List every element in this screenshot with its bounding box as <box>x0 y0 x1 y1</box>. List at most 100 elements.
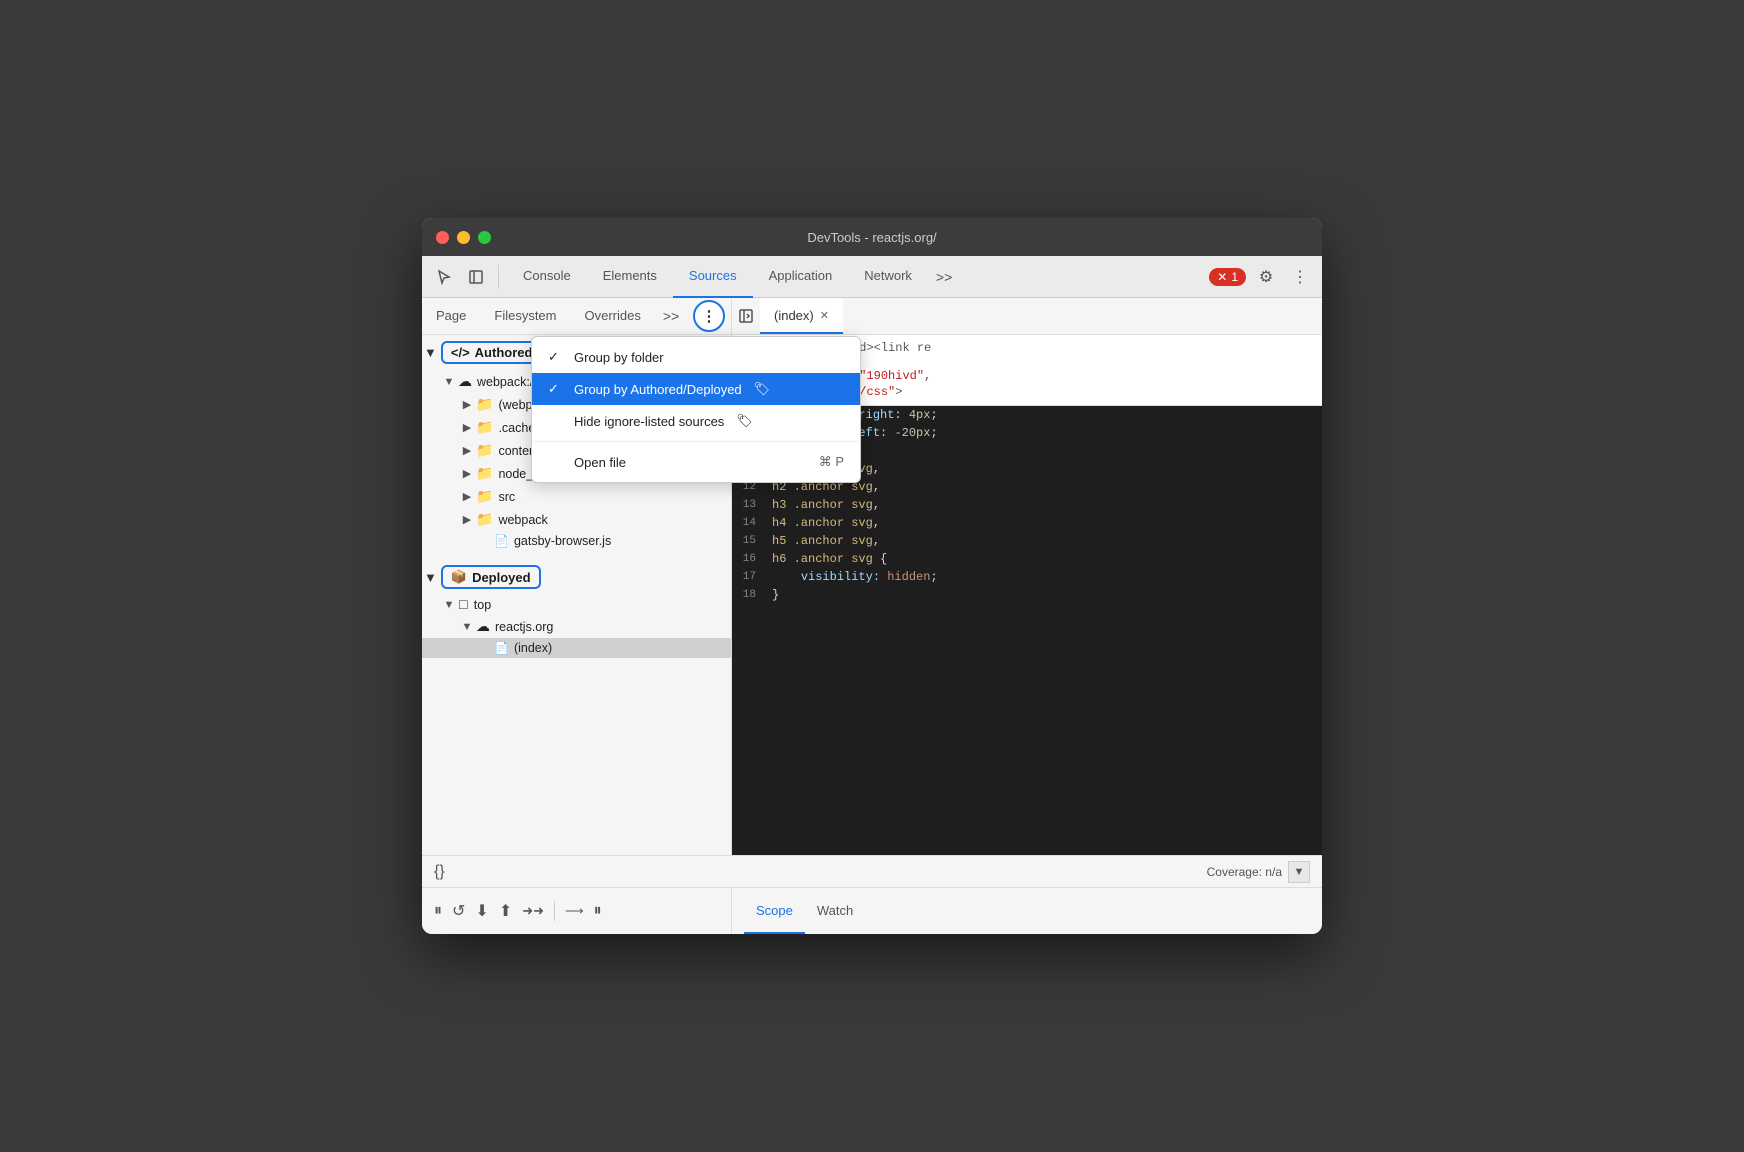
check-icon-1: ✓ <box>548 349 566 365</box>
scope-tabs-area: Scope Watch <box>732 888 1322 934</box>
toolbar-separator <box>498 265 499 289</box>
triangle-icon-authored: ▼ <box>424 345 437 360</box>
debug-toolbar: ⏸ ↺ ⬇ ⬆ ➜➜ ⟶ ⏸ <box>422 888 732 934</box>
dropdown-menu: ✓ Group by folder ✓ Group by Authored/De… <box>531 336 861 483</box>
dropdown-open-file[interactable]: Open file ⌘ P <box>532 446 860 478</box>
dropdown-group-folder[interactable]: ✓ Group by folder <box>532 341 860 373</box>
dropdown-group-folder-label: Group by folder <box>574 350 664 365</box>
more-options-icon[interactable]: ⋮ <box>1286 263 1314 291</box>
cloud-icon-webpack: ☁ <box>458 373 472 390</box>
dropdown-separator <box>532 441 860 442</box>
arrow-reactjs-org: ▼ <box>458 621 476 633</box>
more-tabs-button[interactable]: >> <box>928 269 960 285</box>
step-out-button[interactable]: ➜➜ <box>522 903 544 919</box>
bottom-area: ⏸ ↺ ⬇ ⬆ ➜➜ ⟶ ⏸ Scope Watch <box>422 887 1322 934</box>
tab-sources[interactable]: Sources <box>673 256 753 298</box>
authored-label-outlined: </> Authored <box>441 341 543 364</box>
tab-console[interactable]: Console <box>507 256 587 298</box>
gatsby-browser-item[interactable]: 📄 gatsby-browser.js <box>422 531 731 551</box>
tab-elements[interactable]: Elements <box>587 256 673 298</box>
coverage-area: Coverage: n/a ▼ <box>1207 861 1310 883</box>
pause-exceptions-button[interactable]: ⏸ <box>594 902 602 920</box>
editor-tab-label: (index) <box>774 308 814 323</box>
arrow-webpack-folder: ▶ <box>458 513 476 526</box>
folder-icon-cache: 📁 <box>476 419 493 436</box>
src-item[interactable]: ▶ 📁 src <box>422 485 731 508</box>
webpack-item[interactable]: ▶ 📁 webpack <box>422 508 731 531</box>
settings-icon[interactable]: ⚙ <box>1252 263 1280 291</box>
editor-tab-close[interactable]: ✕ <box>820 309 829 322</box>
pause-button[interactable]: ⏸ <box>434 902 442 920</box>
webpack-folder-label: webpack <box>498 513 547 527</box>
editor-tab-index[interactable]: (index) ✕ <box>760 298 843 334</box>
devtools-window: DevTools - reactjs.org/ Console Elements… <box>422 218 1322 934</box>
title-bar: DevTools - reactjs.org/ <box>422 218 1322 256</box>
close-button[interactable] <box>436 231 449 244</box>
step-into-button[interactable]: ⬆ <box>499 901 512 921</box>
code-line-15: 15 h5 .anchor svg, <box>732 532 1322 550</box>
coverage-label: Coverage: n/a <box>1207 865 1282 879</box>
warning-icon-1: 🏷 <box>754 381 771 397</box>
download-icon: ▼ <box>1294 866 1305 878</box>
sub-more-tabs[interactable]: >> <box>655 308 687 324</box>
index-file-item[interactable]: 📄 (index) <box>422 638 731 658</box>
arrow-content: ▶ <box>458 444 476 457</box>
open-file-shortcut: ⌘ P <box>819 454 844 470</box>
top-toolbar: Console Elements Sources Application Net… <box>422 256 1322 298</box>
coverage-download-button[interactable]: ▼ <box>1288 861 1310 883</box>
resume-button[interactable]: ↺ <box>452 901 465 921</box>
folder-icon-buildin: 📁 <box>476 396 493 413</box>
code-line-16: 16 h6 .anchor svg { <box>732 550 1322 568</box>
deployed-text: Deployed <box>472 570 531 585</box>
deactivate-button[interactable]: ⟶ <box>565 903 584 919</box>
sub-toolbar-row: Page Filesystem Overrides >> ⋮ ✓ Group b… <box>422 298 1322 335</box>
page-icon-top: ☐ <box>458 598 469 612</box>
index-label: (index) <box>514 641 552 655</box>
code-line-14: 14 h4 .anchor svg, <box>732 514 1322 532</box>
warning-icon-2: 🏷 <box>736 413 753 429</box>
window-title: DevTools - reactjs.org/ <box>807 230 936 245</box>
folder-icon-src: 📁 <box>476 488 493 505</box>
cloud-icon-reactjs: ☁ <box>476 618 490 635</box>
three-dots-button[interactable]: ⋮ <box>693 300 725 332</box>
minimize-button[interactable] <box>457 231 470 244</box>
arrow-webpack: ▼ <box>440 376 458 388</box>
arrow-buildin: ▶ <box>458 398 476 411</box>
gatsby-label: gatsby-browser.js <box>514 534 611 548</box>
maximize-button[interactable] <box>478 231 491 244</box>
scope-tab-watch[interactable]: Watch <box>805 888 865 934</box>
deployed-section-header[interactable]: ▼ 📦 Deployed <box>422 559 731 595</box>
src-label: src <box>498 490 515 504</box>
collapse-panel-button[interactable] <box>732 302 760 330</box>
dropdown-hide-ignore[interactable]: Hide ignore-listed sources 🏷 <box>532 405 860 437</box>
sub-toolbar: Page Filesystem Overrides >> ⋮ ✓ Group b… <box>422 298 732 334</box>
cursor-icon[interactable] <box>430 263 458 291</box>
webpack-label: webpack:// <box>477 375 537 389</box>
arrow-cache: ▶ <box>458 421 476 434</box>
arrow-src: ▶ <box>458 490 476 503</box>
reactjs-org-label: reactjs.org <box>495 620 553 634</box>
tab-application[interactable]: Application <box>753 256 849 298</box>
debug-sep <box>554 901 555 921</box>
dropdown-hide-ignore-label: Hide ignore-listed sources <box>574 414 724 429</box>
format-button[interactable]: {} <box>434 863 445 881</box>
tab-network[interactable]: Network <box>848 256 928 298</box>
panel-icon[interactable] <box>462 263 490 291</box>
editor-header: (index) ✕ <box>732 298 1322 334</box>
file-icon-gatsby: 📄 <box>494 534 509 548</box>
scope-tab-scope[interactable]: Scope <box>744 888 805 934</box>
folder-icon-content: 📁 <box>476 442 493 459</box>
top-item[interactable]: ▼ ☐ top <box>422 595 731 615</box>
sub-tab-overrides[interactable]: Overrides <box>571 298 655 334</box>
toolbar-right: ✕ 1 ⚙ ⋮ <box>1209 263 1314 291</box>
code-status-bar: {} Coverage: n/a ▼ <box>422 855 1322 887</box>
step-over-button[interactable]: ⬇ <box>475 901 488 921</box>
dropdown-group-authored[interactable]: ✓ Group by Authored/Deployed 🏷 <box>532 373 860 405</box>
reactjs-org-item[interactable]: ▼ ☁ reactjs.org <box>422 615 731 638</box>
sub-tab-filesystem[interactable]: Filesystem <box>480 298 570 334</box>
sub-tab-page[interactable]: Page <box>422 298 480 334</box>
folder-icon-node-modules: 📁 <box>476 465 493 482</box>
top-label: top <box>474 598 491 612</box>
file-icon-index: 📄 <box>494 641 509 655</box>
error-badge[interactable]: ✕ 1 <box>1209 268 1246 286</box>
